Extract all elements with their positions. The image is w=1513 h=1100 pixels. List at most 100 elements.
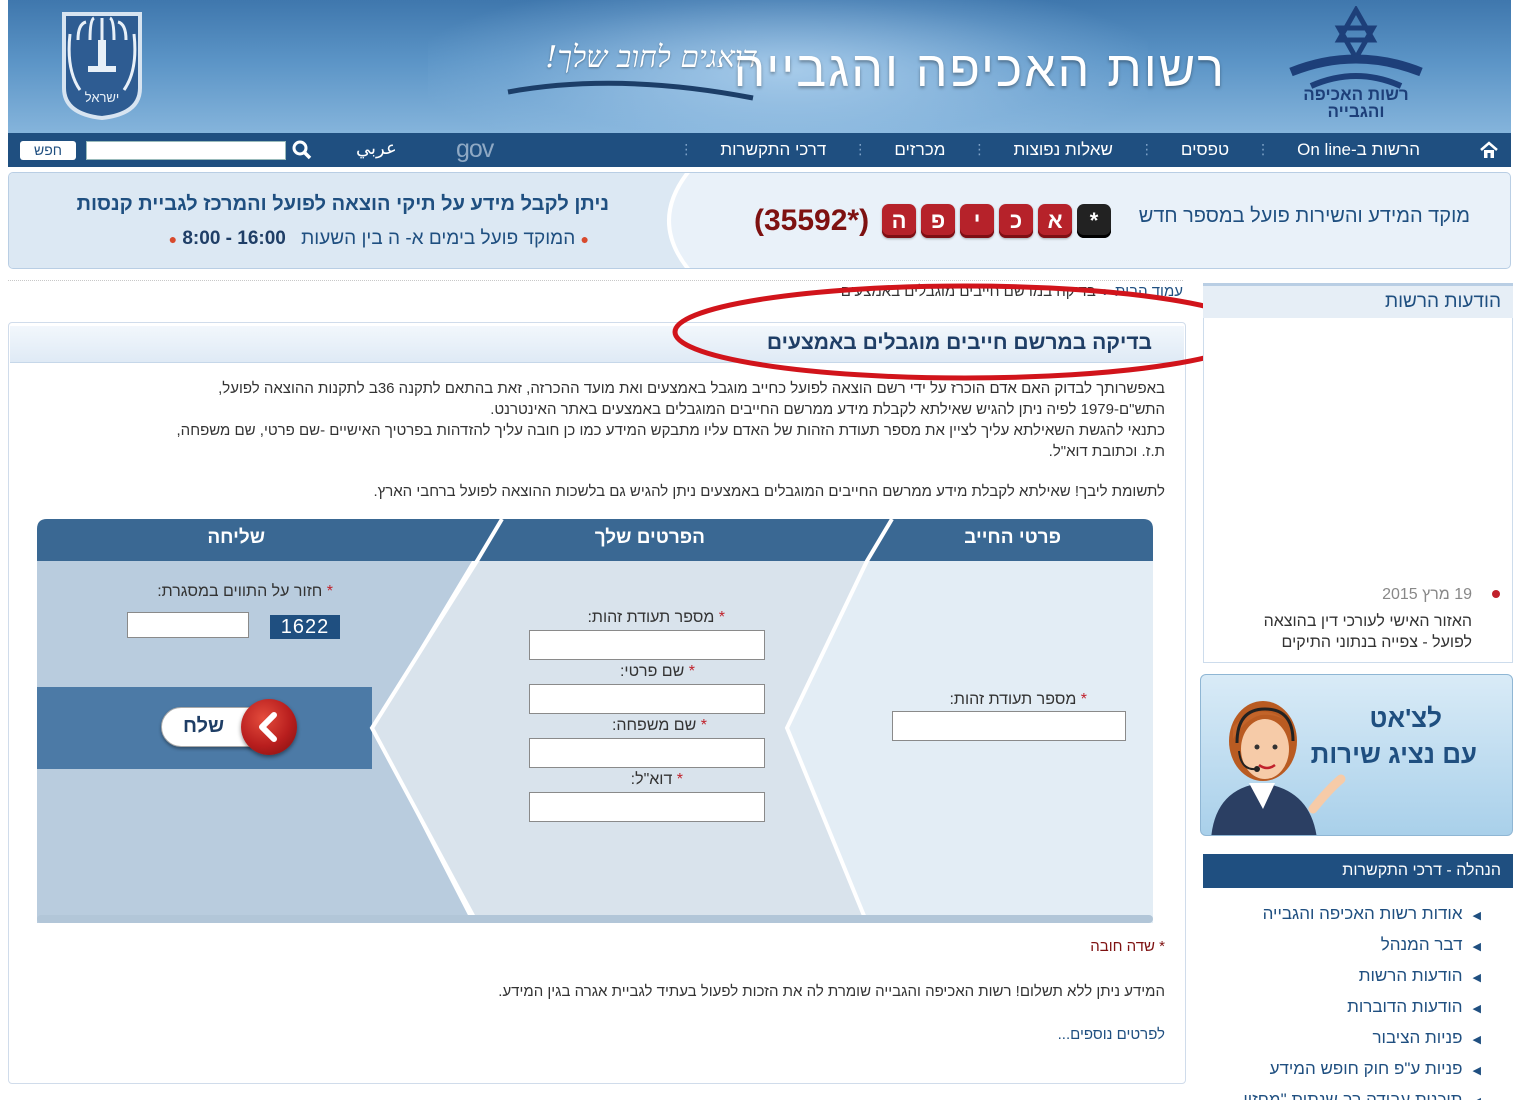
triangle-left-icon: ◀ — [1472, 910, 1481, 922]
management-link[interactable]: ◀ תוכנית עבודה רב שנתית "מחזון — [1243, 1084, 1481, 1100]
nav-item-forms[interactable]: טפסים — [1154, 140, 1256, 160]
management-link-label: פניות ע"פ חוק חופש המידע — [1269, 1059, 1463, 1078]
triangle-left-icon: ◀ — [1473, 1096, 1481, 1100]
email-label-text: דוא"ל: — [630, 771, 673, 788]
phone-number: (35592*) — [754, 204, 870, 237]
email-label: * דוא"ל: — [631, 771, 683, 789]
nav-separator: ⋮ — [972, 142, 987, 158]
management-links: ◀ אודות רשות האכיפה והגבייה ◀ דבר המנהל ◀ ה… — [1243, 898, 1481, 1100]
news-panel: 19 מרץ 2015 האזור האישי לעורכי דין בהוצא… — [1203, 318, 1513, 663]
last-name-label: * שם משפחה: — [612, 717, 707, 735]
triangle-left-icon: ◀ — [1472, 1034, 1481, 1046]
intro-line: כתנאי להגשת השאילתא עליך לציין את מספר ת… — [176, 422, 1165, 439]
required-field-note: * שדה חובה — [1090, 938, 1165, 955]
arabic-language-link[interactable]: عربي — [356, 138, 397, 159]
management-link-label: אודות רשות האכיפה והגבייה — [1262, 904, 1463, 923]
intro-line: התש"ם-1979 לפיה ניתן להגיש שאילתא לקבלת … — [490, 401, 1165, 418]
first-name-input[interactable] — [529, 684, 765, 714]
nav-item-faq[interactable]: שאלות נפוצות — [986, 140, 1139, 160]
intro-line: ת.ז. וכתובת דוא"ל. — [1048, 443, 1165, 460]
first-name-label-text: שם פרטי: — [619, 663, 685, 680]
management-link-label: הודעות הרשות — [1358, 966, 1463, 985]
management-link[interactable]: ◀ פניות ע"פ חוק חופש המידע — [1243, 1053, 1481, 1084]
chat-banner[interactable]: לצ'אט עם נציג שירות — [1200, 674, 1513, 836]
israel-emblem-icon[interactable]: ישראל — [60, 10, 144, 120]
management-link[interactable]: ◀ דבר המנהל — [1243, 929, 1481, 960]
triangle-left-icon: ◀ — [1472, 972, 1481, 984]
nav-item-online[interactable]: הרשות ב-On line — [1270, 140, 1447, 160]
hotline-number[interactable]: (35592*) ה פ י כ א * — [754, 201, 1112, 241]
captcha-label: * חזור על התווים במסגרת: — [157, 583, 333, 601]
column-header-your-details: הפרטים שלך — [594, 527, 705, 548]
chevron-left-icon: ‹ — [1102, 283, 1108, 300]
send-button-circle — [241, 699, 297, 755]
chat-title-line1: לצ'אט — [1369, 703, 1442, 733]
nav-separator: ⋮ — [853, 142, 868, 158]
captcha-input[interactable] — [127, 612, 249, 638]
nav-separator: ⋮ — [1256, 142, 1271, 158]
send-button[interactable]: שלח — [161, 699, 297, 755]
news-title: הודעות הרשות — [1203, 283, 1513, 318]
more-details-link[interactable]: לפרטים נוספים... — [1058, 1026, 1165, 1043]
keypad-key-kaf: כ — [999, 204, 1034, 238]
your-id-input[interactable] — [529, 630, 765, 660]
banner-hours-value: 16:00 - 8:00 — [182, 228, 286, 249]
triangle-left-icon: ◀ — [1472, 941, 1481, 953]
bullet-icon: ● — [580, 231, 589, 247]
intro-text: באפשרותך לבדוק האם אדם הוכרז על ידי רשם … — [15, 378, 1165, 462]
nav-item-tenders[interactable]: מכרזים — [867, 140, 972, 160]
banner-info-line: ניתן לקבל מידע על תיקי הוצאה לפועל והמרכ… — [76, 193, 609, 215]
debtor-id-label-text: מספר תעודת זהות: — [949, 691, 1077, 708]
main-nav: הרשות ב-On line ⋮ טפסים ⋮ שאלות נפוצות ⋮… — [8, 133, 1511, 167]
management-link[interactable]: ◀ אודות רשות האכיפה והגבייה — [1243, 898, 1481, 929]
banner-hotline-text: מוקד המידע והשירות פועל במספר חדש — [1138, 205, 1470, 227]
nav-separator: ⋮ — [679, 142, 694, 158]
required-mark: * — [676, 771, 683, 788]
site-header: ישראל דואגים לחוב שלך! רשות האכיפה והגבי… — [8, 0, 1511, 135]
content-box: בדיקה במרשם חייבים מוגבלים באמצעים באפשר… — [8, 322, 1186, 1084]
keypad-key-pe: פ — [921, 204, 956, 238]
triangle-left-icon: ◀ — [1472, 1065, 1481, 1077]
your-id-label: * מספר תעודת זהות: — [587, 609, 725, 627]
send-button-label: שלח — [183, 715, 225, 737]
query-form: פרטי החייב הפרטים שלך שליחה * מספר תעודת… — [37, 519, 1153, 923]
keypad-key-alef: א — [1038, 204, 1073, 238]
news-item-link[interactable]: האזור האישי לעורכי דין בהוצאה לפועל - צפ… — [1222, 611, 1472, 653]
arrow-left-icon — [259, 712, 277, 742]
home-icon — [1480, 141, 1498, 158]
email-input[interactable] — [529, 792, 765, 822]
last-name-input[interactable] — [529, 738, 765, 768]
debtor-id-input[interactable] — [892, 711, 1126, 741]
logo-text-line2: והגבייה — [1327, 102, 1385, 121]
gov-logo[interactable]: gov — [456, 135, 494, 164]
management-link-label: תוכנית עבודה רב שנתית "מחזון — [1243, 1090, 1463, 1100]
logo-text-line1: רשות האכיפה — [1303, 85, 1409, 104]
management-link[interactable]: ◀ פניות הציבור — [1243, 1022, 1481, 1053]
news-bullet-icon — [1492, 590, 1500, 598]
chat-title-line2: עם נציג שירות — [1310, 739, 1477, 769]
captcha-image: 1622 — [270, 615, 340, 639]
breadcrumb: עמוד הבית ‹ בדיקה במרשם חייבים מוגבלים ב… — [841, 283, 1183, 300]
slogan-swoosh-icon — [507, 80, 754, 101]
svg-text:ישראל: ישראל — [85, 90, 120, 105]
nav-item-contact[interactable]: דרכי התקשרות — [693, 140, 853, 160]
nav-separator: ⋮ — [1139, 142, 1154, 158]
required-mark: * — [718, 609, 725, 626]
page-title-bar: בדיקה במרשם חייבים מוגבלים באמצעים — [10, 326, 1184, 363]
column-header-debtor: פרטי החייב — [964, 527, 1061, 548]
search-icon[interactable] — [291, 139, 313, 161]
bullet-icon: ● — [168, 231, 178, 247]
nav-items: הרשות ב-On line ⋮ טפסים ⋮ שאלות נפוצות ⋮… — [679, 133, 1447, 167]
column-header-send: שליחה — [207, 527, 265, 548]
keypad-key-yod: י — [960, 204, 995, 238]
banner-hours-line: ● המוקד פועל בימים א- ה בין השעות 16:00 … — [169, 228, 589, 250]
required-mark: * — [326, 583, 333, 600]
free-info-note: המידע ניתן ללא תשלום! רשות האכיפה והגביי… — [498, 983, 1165, 1000]
search-input[interactable] — [86, 141, 286, 160]
management-link[interactable]: ◀ הודעות הדוברות — [1243, 991, 1481, 1022]
search-button[interactable]: חפש — [20, 141, 76, 160]
breadcrumb-home-link[interactable]: עמוד הבית — [1115, 283, 1183, 300]
management-link[interactable]: ◀ הודעות הרשות — [1243, 960, 1481, 991]
home-button[interactable] — [1467, 133, 1511, 167]
divider — [8, 280, 1183, 281]
